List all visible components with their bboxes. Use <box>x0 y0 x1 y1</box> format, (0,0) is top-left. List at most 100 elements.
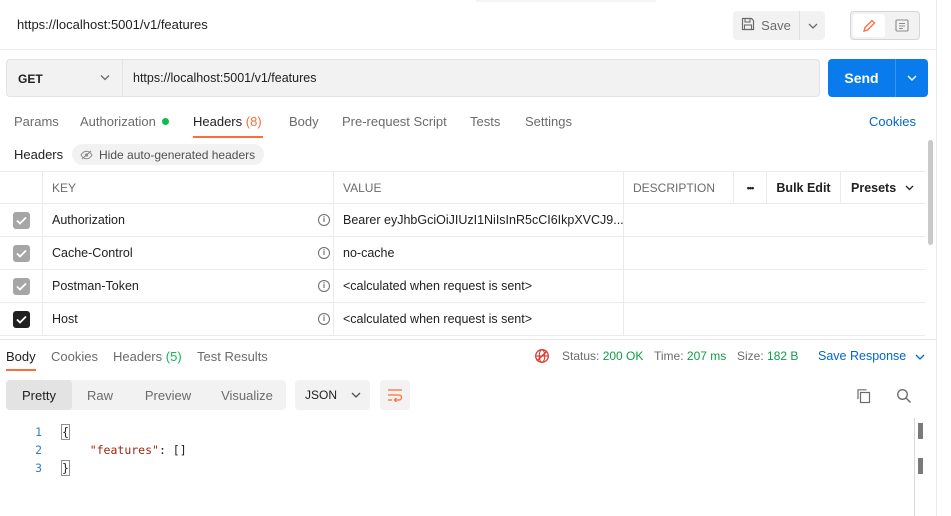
edit-mode-button[interactable] <box>853 14 885 37</box>
request-title[interactable]: https://localhost:5001/v1/features <box>17 17 208 32</box>
table-row: Authorization i Bearer eyJhbGciOiJIUzI1N… <box>0 204 925 237</box>
header-key[interactable]: Host <box>42 303 333 335</box>
description-column-header: DESCRIPTION <box>623 172 733 204</box>
tab-body[interactable]: Body <box>289 114 319 129</box>
tab-settings[interactable]: Settings <box>525 114 572 129</box>
time-value: 207 ms <box>686 349 727 363</box>
panel-edge <box>936 0 937 516</box>
size-value: 182 B <box>767 349 799 363</box>
response-status: Status: 200 OK <box>562 349 643 363</box>
info-icon[interactable]: i <box>318 280 330 292</box>
row-checkbox[interactable] <box>12 244 30 262</box>
header-description[interactable] <box>623 204 925 236</box>
tab-authorization[interactable]: Authorization <box>80 114 169 129</box>
eye-off-icon <box>80 150 93 159</box>
tab-pre-request-script[interactable]: Pre-request Script <box>342 114 447 129</box>
headers-section-label: Headers <box>14 147 64 162</box>
documentation-mode-button[interactable] <box>887 14 917 37</box>
send-button-group: Send <box>828 59 928 97</box>
info-icon[interactable]: i <box>318 247 330 259</box>
status-value: 200 OK <box>602 349 644 363</box>
save-options-button[interactable] <box>799 11 825 40</box>
status-label: Status: <box>562 349 600 363</box>
response-size: Size: 182 B <box>737 349 798 363</box>
info-icon[interactable]: i <box>318 214 330 226</box>
time-label: Time: <box>654 349 684 363</box>
tab-response-headers-label: Headers <box>113 349 163 364</box>
request-scrollbar[interactable] <box>928 140 933 245</box>
row-checkbox-cell <box>0 237 42 269</box>
bulk-edit-button[interactable]: Bulk Edit <box>766 172 840 204</box>
tab-headers[interactable]: Headers (8) <box>193 114 262 129</box>
row-checkbox[interactable] <box>12 211 30 229</box>
send-options-button[interactable] <box>895 59 928 97</box>
tab-headers-count: (8) <box>245 114 262 129</box>
presets-dropdown[interactable]: Presets <box>840 172 925 204</box>
wrap-lines-button[interactable] <box>380 380 410 410</box>
line-number: 3 <box>35 461 42 475</box>
format-select[interactable]: JSON <box>295 380 370 410</box>
method-select[interactable]: GET <box>6 59 122 97</box>
row-checkbox[interactable] <box>12 310 30 328</box>
code-line[interactable]: } <box>61 460 70 476</box>
send-button[interactable]: Send <box>828 59 895 97</box>
format-label: JSON <box>305 388 338 402</box>
tab-params[interactable]: Params <box>14 114 59 129</box>
hide-auto-headers-button[interactable]: Hide auto-generated headers <box>72 144 265 165</box>
tab-response-cookies[interactable]: Cookies <box>51 349 98 364</box>
tab-tests[interactable]: Tests <box>470 114 500 129</box>
row-checkbox-cell <box>0 270 42 302</box>
tab-response-body[interactable]: Body <box>6 349 36 364</box>
documentation-icon <box>895 19 909 32</box>
copy-icon[interactable] <box>856 388 872 404</box>
header-description[interactable] <box>623 237 925 269</box>
code-line[interactable]: { <box>61 424 70 440</box>
header-value[interactable]: <calculated when request is sent> <box>333 270 623 302</box>
minimap-marker[interactable] <box>918 458 923 474</box>
header-key[interactable]: Postman-Token <box>42 270 333 302</box>
save-response-button[interactable]: Save Response <box>818 349 925 363</box>
header-key[interactable]: Cache-Control <box>42 237 333 269</box>
size-label: Size: <box>737 349 764 363</box>
code-line[interactable]: "features": [] <box>62 443 187 457</box>
tab-response-headers-count: (5) <box>165 349 182 364</box>
save-button-group: Save <box>733 11 825 40</box>
save-button[interactable]: Save <box>733 11 799 40</box>
search-icon[interactable] <box>896 388 912 404</box>
close-brace: } <box>61 460 70 476</box>
view-mode-selector: Pretty Raw Preview Visualize <box>6 380 286 410</box>
active-tab-indicator <box>193 136 263 138</box>
view-visualize[interactable]: Visualize <box>208 380 286 410</box>
response-divider[interactable] <box>0 339 937 340</box>
globe-icon[interactable] <box>534 348 550 364</box>
save-label: Save <box>761 18 791 33</box>
more-options-button[interactable]: ••• <box>733 172 766 204</box>
header-value[interactable]: <calculated when request is sent> <box>333 303 623 335</box>
cookies-link[interactable]: Cookies <box>869 114 916 129</box>
view-mode-toggle <box>850 11 920 40</box>
url-input[interactable] <box>122 59 820 97</box>
header-value[interactable]: no-cache <box>333 237 623 269</box>
minimap-marker[interactable] <box>918 423 923 439</box>
header-description[interactable] <box>623 303 925 335</box>
info-icon[interactable]: i <box>318 313 330 325</box>
tab-authorization-label: Authorization <box>80 114 156 129</box>
presets-label: Presets <box>851 181 897 195</box>
checkmark-icon <box>15 216 27 225</box>
table-row: Host i <calculated when request is sent> <box>0 303 925 336</box>
checkbox-column-header <box>0 172 42 204</box>
tab-response-headers[interactable]: Headers (5) <box>113 349 182 364</box>
header-value[interactable]: Bearer eyJhbGciOiJIUzI1NiIsInR5cCI6IkpXV… <box>333 204 623 236</box>
tab-test-results[interactable]: Test Results <box>197 349 268 364</box>
view-preview[interactable]: Preview <box>128 380 208 410</box>
header-description[interactable] <box>623 270 925 302</box>
header-key[interactable]: Authorization <box>42 204 333 236</box>
view-pretty[interactable]: Pretty <box>6 380 72 410</box>
status-dot-icon <box>161 118 169 125</box>
value-column-header: VALUE <box>333 172 623 204</box>
json-key: "features" <box>89 443 159 457</box>
row-checkbox[interactable] <box>12 277 30 295</box>
open-brace: { <box>61 424 70 440</box>
view-raw[interactable]: Raw <box>72 380 128 410</box>
line-number: 1 <box>35 425 42 439</box>
